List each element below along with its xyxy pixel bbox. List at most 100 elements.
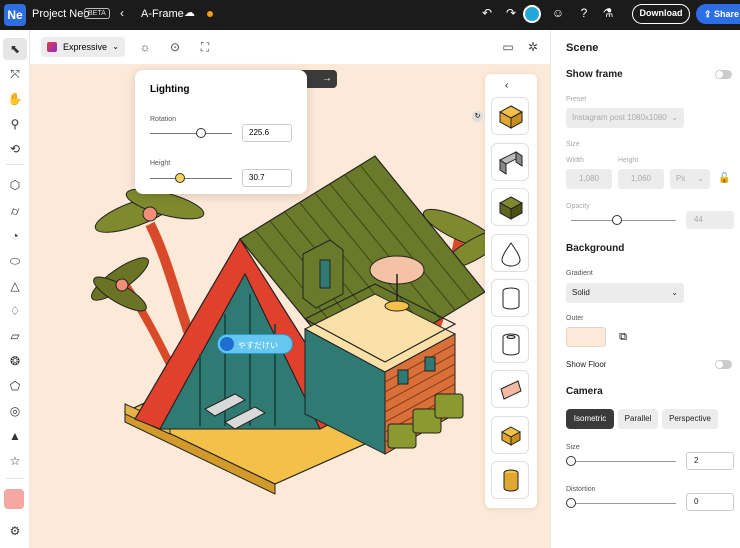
camera-mode-parallel[interactable]: Parallel	[618, 409, 658, 429]
rotation-slider[interactable]	[150, 133, 232, 134]
download-button[interactable]: Download	[632, 4, 690, 24]
cone-tool[interactable]: △	[3, 275, 27, 297]
star-tool[interactable]: ☆	[3, 450, 27, 472]
user-avatar[interactable]	[523, 5, 541, 23]
shape-wedge-button[interactable]	[491, 370, 529, 408]
cube-small-icon	[500, 425, 522, 446]
frame-icon[interactable]: ⛶	[196, 38, 214, 56]
color-picker-icon[interactable]: ⧉	[614, 328, 632, 346]
box-tool[interactable]: ▱	[3, 325, 27, 347]
cylinder-tool[interactable]: ⌭	[3, 200, 27, 222]
distortion-input[interactable]: 0	[686, 493, 734, 511]
orbit-tool[interactable]: ⟲	[3, 138, 27, 160]
undo-icon[interactable]: ↶	[479, 6, 495, 20]
unit-select[interactable]: Px ⌄	[670, 169, 710, 189]
rotation-input[interactable]: 225.6	[242, 124, 292, 142]
camera-view-icon[interactable]: ⊙	[166, 38, 184, 56]
cloud-sync-icon[interactable]: ☁	[184, 6, 195, 19]
collapse-panel-icon[interactable]: ‹	[505, 80, 508, 91]
style-select[interactable]: Expressive ⌄	[41, 37, 125, 57]
emoji-icon[interactable]: ☺	[550, 6, 566, 20]
distortion-slider-thumb[interactable]	[566, 498, 576, 508]
shape-arch-button[interactable]	[491, 142, 529, 181]
camera-size-slider[interactable]	[571, 461, 676, 462]
settings-tool[interactable]: ⚙	[3, 520, 27, 542]
tube-icon	[502, 333, 520, 355]
show-floor-toggle[interactable]	[715, 360, 732, 369]
author-avatar	[220, 337, 234, 351]
material-color-swatch[interactable]	[4, 489, 24, 509]
height-slider[interactable]	[150, 178, 232, 179]
height-input[interactable]: 30.7	[242, 169, 292, 187]
style-swatch	[47, 42, 57, 52]
height-label: Height	[618, 157, 639, 164]
app-logo[interactable]: Ne	[4, 4, 26, 26]
distortion-slider[interactable]	[571, 503, 676, 504]
shape-cylinder-button[interactable]	[491, 279, 529, 317]
lighting-title: Lighting	[150, 84, 190, 95]
camera-size-input[interactable]: 2	[686, 452, 734, 470]
back-icon[interactable]: ‹	[120, 6, 124, 20]
camera-mode-isometric[interactable]: Isometric	[566, 409, 614, 429]
pyramid-tool[interactable]: ▲	[3, 425, 27, 447]
redo-icon[interactable]: ↷	[503, 6, 519, 20]
drop-tool[interactable]: ♢	[3, 300, 27, 322]
select-tool[interactable]: ⬉	[3, 38, 27, 60]
height-label: Height	[150, 160, 171, 167]
gradient-select[interactable]: Solid ⌄	[566, 283, 684, 303]
rotate-handle-icon[interactable]: ↻	[472, 111, 483, 122]
chevron-down-icon: ⌄	[671, 288, 678, 297]
camera-title: Camera	[566, 386, 603, 397]
opacity-slider-thumb[interactable]	[612, 215, 623, 225]
width-input[interactable]: 1,080	[566, 169, 612, 189]
cube-tool[interactable]: ⬡	[3, 174, 27, 196]
chevron-down-icon: ⌄	[112, 42, 119, 51]
shape-tube-button[interactable]	[491, 324, 529, 363]
app-name: Project Neo	[32, 8, 90, 20]
background-title: Background	[566, 243, 625, 254]
preset-label: Preset	[566, 96, 587, 103]
show-frame-toggle[interactable]	[715, 70, 732, 79]
zoom-tool[interactable]: ⚲	[3, 113, 27, 135]
capsule-tool[interactable]: ⬭	[3, 250, 27, 272]
lock-icon[interactable]: 🔓	[718, 173, 730, 184]
rotation-slider-thumb[interactable]	[195, 128, 206, 138]
help-icon[interactable]: ?	[576, 6, 592, 20]
shape-cylinder-gold-button[interactable]	[491, 461, 529, 499]
share-label: Share	[714, 9, 740, 19]
pan-tool[interactable]: ✋	[3, 88, 27, 110]
opacity-input[interactable]: 44	[686, 211, 734, 229]
cylinder-icon	[502, 287, 520, 310]
cylinder-gold-icon	[503, 469, 519, 492]
author-label-chip: やすだけい	[217, 334, 293, 354]
lab-icon[interactable]: ⚗	[600, 6, 616, 20]
sphere-tool[interactable]: ◔	[3, 225, 27, 247]
shape-tool[interactable]: ⬠	[3, 375, 27, 397]
height-slider-thumb[interactable]	[174, 173, 185, 183]
gradient-value: Solid	[572, 288, 590, 297]
render-settings-icon[interactable]: ✲	[524, 38, 542, 56]
document-name[interactable]: A-Frame	[141, 8, 184, 20]
shape-cube-small-button[interactable]	[491, 415, 529, 454]
lighting-popover: Lighting Rotation 225.6 Height 30.7	[135, 70, 307, 194]
cube-icon	[498, 196, 524, 220]
shape-cube-button[interactable]	[491, 188, 529, 226]
camera-mode-perspective[interactable]: Perspective	[662, 409, 718, 429]
keyboard-icon[interactable]: ▭	[499, 38, 517, 56]
torus-tool[interactable]: ◎	[3, 400, 27, 422]
camera-size-slider-thumb[interactable]	[566, 456, 576, 466]
preset-value: Instagram post 1080x1080	[572, 113, 667, 122]
height-input[interactable]: 1,060	[618, 169, 664, 189]
share-button[interactable]: ⇪ Share	[696, 4, 740, 24]
opacity-slider[interactable]	[571, 220, 676, 221]
outer-color-well[interactable]	[566, 327, 606, 347]
torus-knot-tool[interactable]: ❂	[3, 350, 27, 372]
shape-box-button[interactable]	[491, 97, 529, 135]
arrow-right-icon[interactable]: →	[318, 70, 336, 88]
shape-teardrop-button[interactable]	[491, 233, 529, 272]
teardrop-icon	[501, 241, 521, 266]
unit-value: Px	[676, 174, 686, 183]
light-icon[interactable]: ☼	[136, 38, 154, 56]
direct-select-tool[interactable]: ⤧	[3, 63, 27, 85]
preset-select[interactable]: Instagram post 1080x1080 ⌄	[566, 108, 684, 128]
